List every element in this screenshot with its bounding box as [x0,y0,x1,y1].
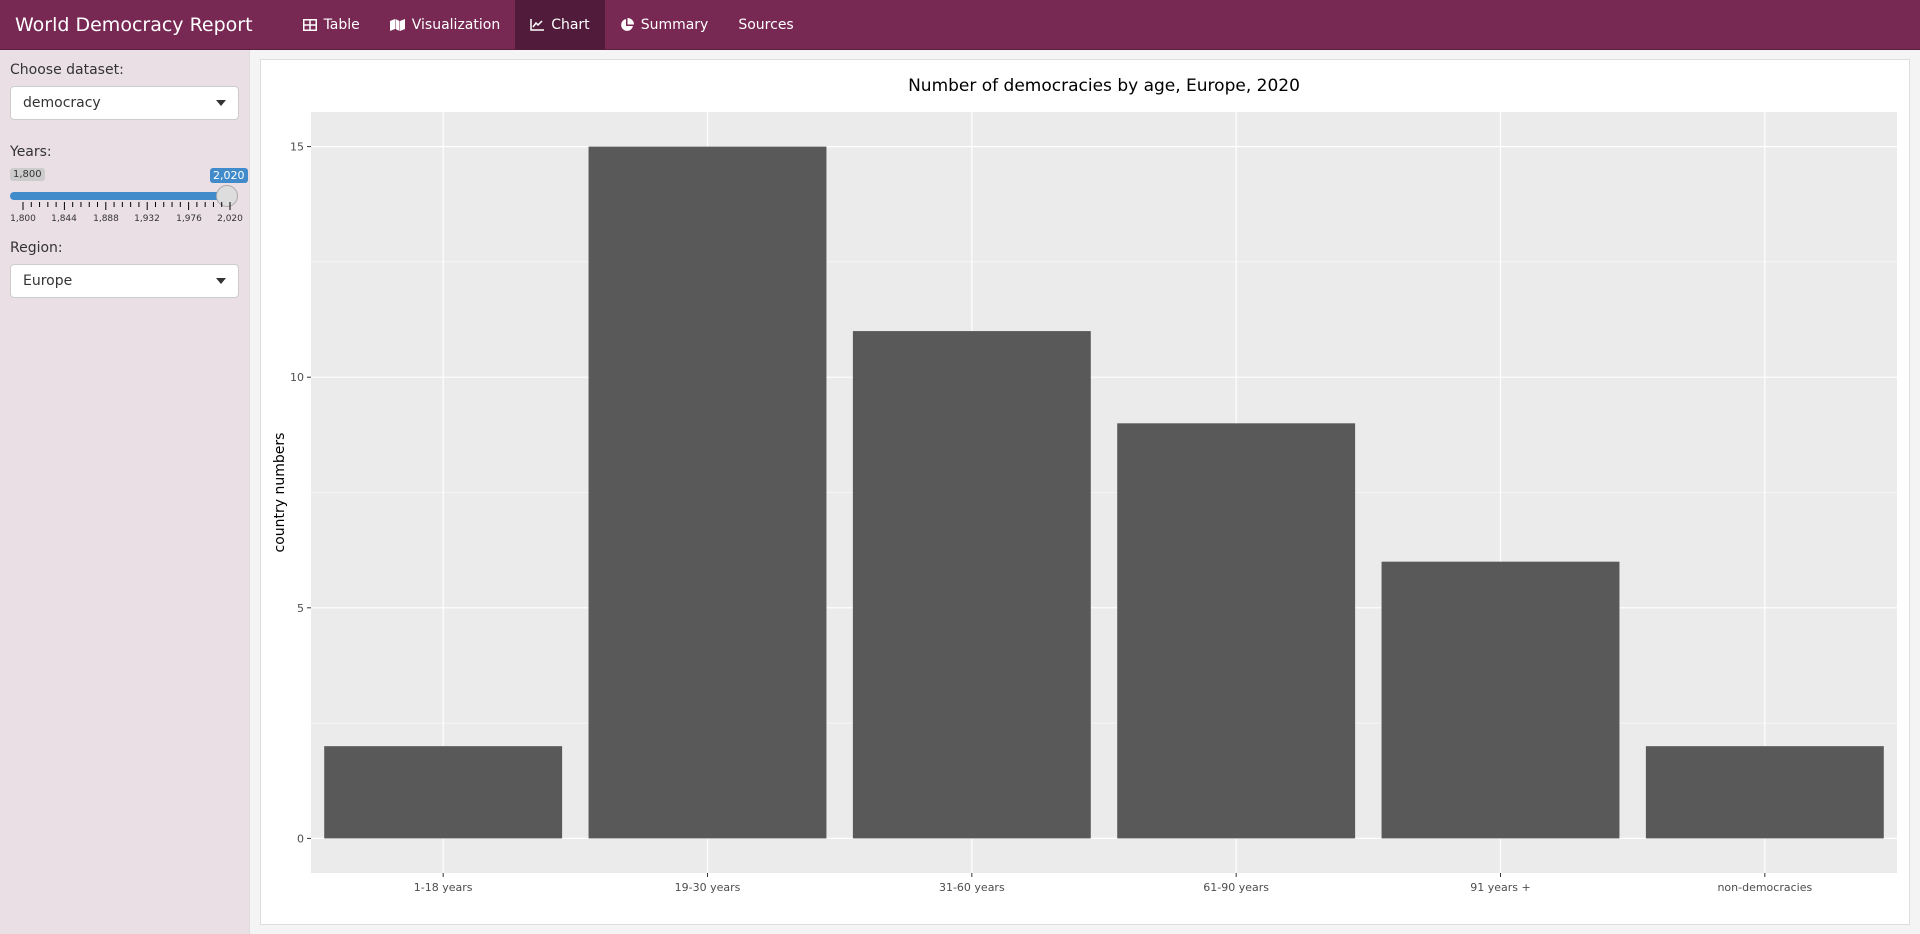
tab-table[interactable]: Table [288,0,375,50]
years-slider[interactable]: 1,800 2,020 1,800 1,844 1,888 1,932 1,97… [10,168,248,232]
tick-label: 1,976 [176,214,202,224]
dataset-label: Choose dataset: [10,62,124,78]
slider-track[interactable] [10,192,236,200]
app-title[interactable]: World Democracy Report [0,14,268,36]
chevron-down-icon [216,278,226,284]
x-tick-label: non-democracies [1717,881,1812,894]
dataset-select[interactable]: democracy [10,86,239,120]
tab-summary[interactable]: Summary [605,0,724,50]
bar [324,746,563,839]
bar [588,146,827,839]
years-min-badge: 1,800 [10,168,45,181]
chart-panel: Number of democracies by age, Europe, 20… [260,59,1910,925]
x-tick-label: 19-30 years [675,881,741,894]
y-axis-label: country numbers [272,433,288,553]
x-tick-label: 31-60 years [939,881,1005,894]
x-tick-label: 61-90 years [1203,881,1269,894]
map-icon [389,18,405,31]
tab-sources[interactable]: Sources [723,0,808,50]
tick-label: 1,844 [51,214,77,224]
tab-chart[interactable]: Chart [515,0,605,50]
pie-chart-icon [620,17,634,31]
table-icon [302,18,317,31]
tick-label: 1,800 [10,214,36,224]
region-value: Europe [23,273,73,289]
tick-label: 1,888 [93,214,119,224]
chevron-down-icon [216,100,226,106]
y-tick-label: 0 [297,832,304,845]
tab-label: Sources [738,16,794,33]
tab-visualization[interactable]: Visualization [375,0,515,50]
years-max-badge: 2,020 [210,168,248,183]
slider-ticks [22,202,231,210]
y-tick-label: 10 [290,371,304,384]
tab-label: Table [323,16,360,33]
bar [1381,561,1620,839]
y-tick-label: 5 [297,602,304,615]
bar [852,331,1091,839]
years-label: Years: [10,144,52,160]
sidebar: Choose dataset: democracy Years: 1,800 2… [0,50,250,934]
tab-label: Chart [551,16,590,33]
tab-label: Visualization [411,16,501,33]
tick-label: 2,020 [217,214,243,224]
tab-label: Summary [640,16,709,33]
bar [1117,423,1356,839]
bar [1645,746,1884,839]
line-chart-icon [530,18,545,31]
x-tick-label: 1-18 years [414,881,473,894]
chart-title: Number of democracies by age, Europe, 20… [908,76,1300,96]
navbar: World Democracy Report Table Visualizati… [0,0,1920,50]
y-tick-label: 15 [290,141,304,154]
dataset-value: democracy [23,95,101,111]
region-label: Region: [10,240,63,256]
x-tick-label: 91 years + [1470,881,1530,894]
bar-chart: Number of democracies by age, Europe, 20… [272,76,1897,894]
region-select[interactable]: Europe [10,264,239,298]
tick-label: 1,932 [134,214,160,224]
